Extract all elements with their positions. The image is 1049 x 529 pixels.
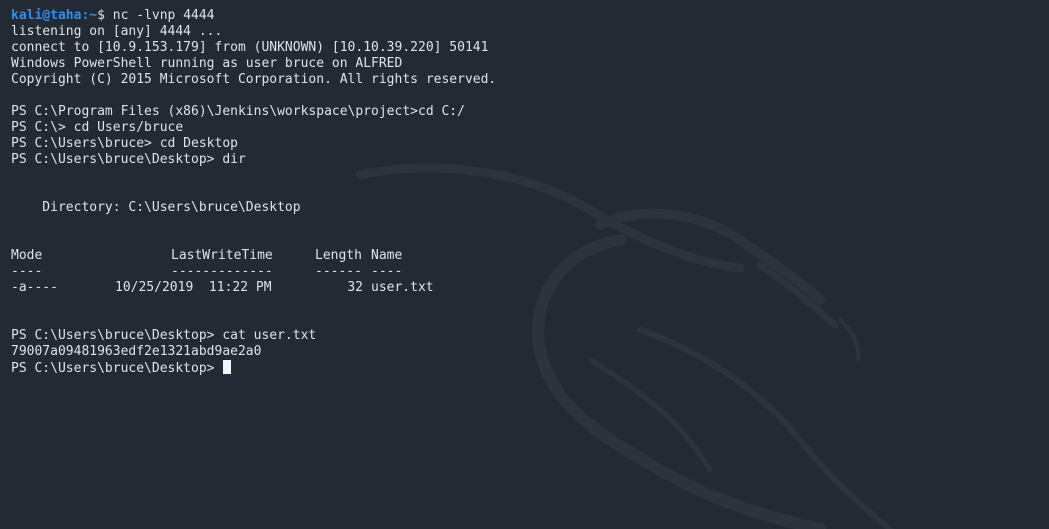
underline-mode: ---- (11, 264, 43, 279)
underline-length: ------ (315, 264, 362, 279)
terminal-line: PS C:\> cd Users/bruce (11, 120, 184, 135)
row-mode: -a---- (11, 280, 58, 295)
terminal-line: PS C:\Users\bruce> cd Desktop (11, 136, 238, 151)
row-length: 32 (347, 280, 363, 295)
terminal-window[interactable]: kali@taha:~$ nc -lvnp 4444 listening on … (11, 8, 1041, 376)
flag-output: 79007a09481963edf2e1321abd9ae2a0 (11, 344, 262, 359)
final-prompt: PS C:\Users\bruce\Desktop> (11, 361, 223, 376)
terminal-line: connect to [10.9.153.179] from (UNKNOWN)… (11, 40, 489, 55)
prompt-symbol: $ (97, 8, 113, 23)
terminal-input-line[interactable]: PS C:\Users\bruce\Desktop> (11, 360, 1041, 376)
underline-lastwritetime: ------------- (171, 264, 273, 279)
terminal-line: PS C:\Program Files (x86)\Jenkins\worksp… (11, 104, 465, 119)
table-header: Mode LastWriteTime Length Name (11, 248, 1041, 264)
terminal-line-cat: PS C:\Users\bruce\Desktop> cat user.txt (11, 328, 317, 343)
terminal-line-nc: kali@taha:~$ nc -lvnp 4444 (11, 8, 1041, 24)
header-mode: Mode (11, 248, 43, 263)
prompt-user: kali@taha (11, 8, 82, 23)
prompt-path: :~ (81, 8, 98, 23)
row-lastwritetime: 10/25/2019 11:22 PM (115, 280, 272, 295)
table-header-underline: ---- ------------- ------ ---- (11, 264, 1041, 280)
underline-name: ---- (371, 264, 403, 279)
directory-heading: Directory: C:\Users\bruce\Desktop (11, 200, 301, 215)
terminal-line: Windows PowerShell running as user bruce… (11, 56, 403, 71)
header-lastwritetime: LastWriteTime (171, 248, 273, 263)
row-name: user.txt (371, 280, 434, 295)
text-cursor (223, 360, 232, 374)
terminal-line: PS C:\Users\bruce\Desktop> dir (11, 152, 246, 167)
terminal-line: Copyright (C) 2015 Microsoft Corporation… (11, 72, 497, 87)
header-name: Name (371, 248, 403, 263)
prompt-command: nc -lvnp 4444 (112, 8, 215, 23)
terminal-line: listening on [any] 4444 ... (11, 24, 223, 39)
header-length: Length (315, 248, 362, 263)
table-row: -a---- 10/25/2019 11:22 PM 32 user.txt (11, 280, 1041, 296)
